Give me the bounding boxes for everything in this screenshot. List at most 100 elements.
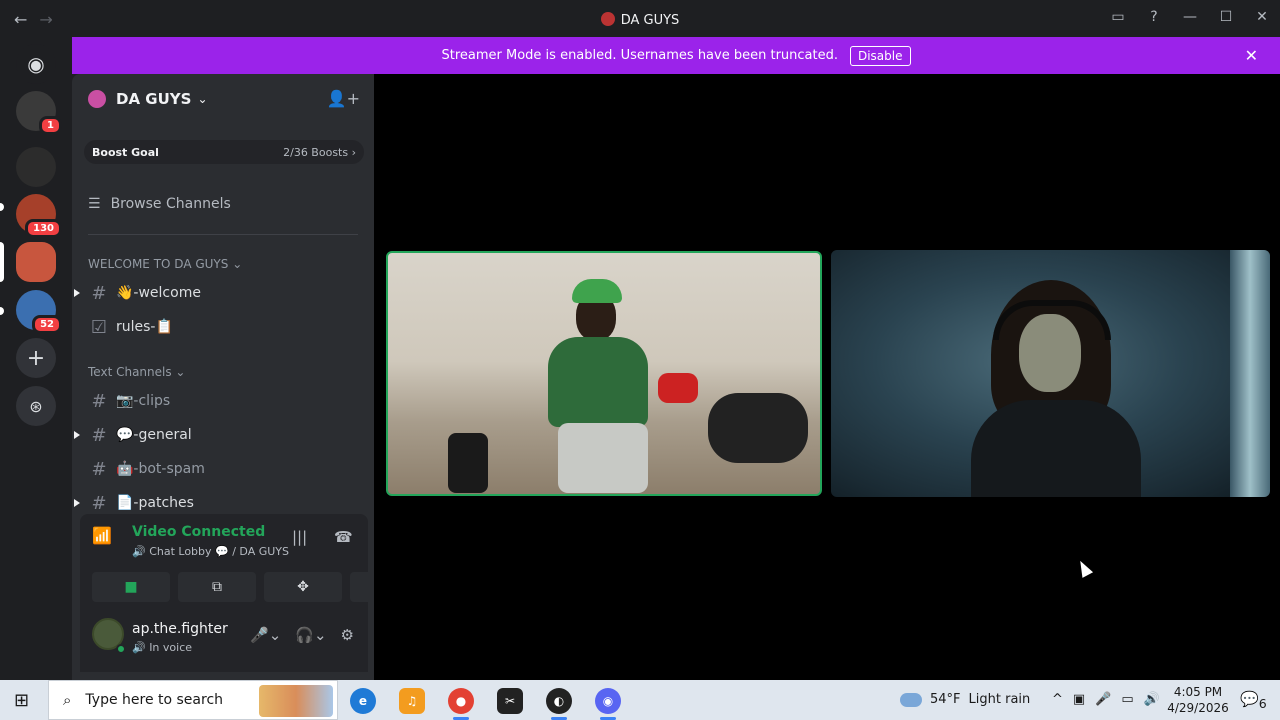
taskbar-search[interactable]: ⌕ Type here to search — [48, 680, 338, 720]
weather-desc: Light rain — [968, 692, 1031, 707]
unread-pill — [0, 307, 4, 315]
selected-pill — [0, 242, 4, 282]
signal-icon[interactable]: 📶 — [92, 526, 112, 545]
tray-icons: ^ ▣ 🎤 ▭ 🔊 — [1052, 692, 1160, 707]
microphone-prop — [448, 433, 488, 493]
channel-label: 🤖-bot-spam — [116, 461, 205, 477]
windows-taskbar: ⊞ ⌕ Type here to search e ♫ ● ✂ ◐ ◉ 54°F… — [0, 680, 1280, 720]
channel-label: 📄-patches — [116, 495, 194, 511]
search-icon: ⌕ — [63, 691, 72, 709]
chevron-up-icon[interactable]: ^ — [1052, 692, 1063, 707]
weather-widget[interactable]: 54°F Light rain — [900, 692, 1030, 707]
edge-icon[interactable]: e — [350, 688, 376, 714]
user-status: 🔊 In voice — [132, 641, 193, 654]
hash-icon: # — [91, 458, 107, 480]
noise-suppression-icon[interactable]: ||| — [292, 528, 307, 546]
unread-indicator — [74, 289, 80, 297]
camera-button[interactable]: ■ — [92, 572, 170, 602]
participant-body — [971, 400, 1141, 497]
banner-close-icon[interactable]: ✕ — [1245, 46, 1258, 65]
screen-share-button[interactable]: ⧉ — [178, 572, 256, 602]
search-highlight-image — [259, 685, 333, 717]
activities-icon: ✥ — [297, 579, 309, 595]
window-light — [1230, 250, 1270, 497]
channel-general[interactable]: # 💬-general — [74, 419, 358, 451]
username[interactable]: ap.the.fighter — [132, 621, 228, 637]
category-text-channels[interactable]: Text Channels ⌄ — [88, 365, 185, 379]
fl-studio-icon[interactable]: ♫ — [399, 688, 425, 714]
channel-sidebar: DA GUYS ⌄ 👤+ Boost Goal 2/36 Boosts › ☰ … — [72, 74, 428, 680]
notification-icon[interactable]: 💬6 — [1240, 690, 1267, 711]
participant-shirt — [548, 337, 648, 427]
search-placeholder: Type here to search — [85, 692, 224, 708]
activities-button[interactable]: ✥ — [264, 572, 342, 602]
server-3-icon[interactable]: 130 — [16, 194, 62, 238]
clock[interactable]: 4:05 PM 4/29/2026 — [1164, 684, 1232, 716]
unread-indicator — [74, 431, 80, 439]
participant-video — [528, 273, 668, 493]
category-welcome[interactable]: WELCOME TO DA GUYS ⌄ — [88, 257, 242, 271]
video-tile-speaking[interactable] — [386, 251, 822, 496]
channel-bot-spam[interactable]: # 🤖-bot-spam — [88, 453, 358, 485]
headphones-icon[interactable]: 🎧⌄ — [295, 626, 326, 644]
capcut-icon[interactable]: ✂ — [497, 688, 523, 714]
unread-badge: 130 — [25, 219, 62, 238]
unread-indicator — [74, 499, 80, 507]
camera-icon: ■ — [124, 579, 138, 595]
boost-label: Boost Goal — [92, 145, 159, 159]
server-1-icon[interactable]: 1 — [16, 91, 62, 135]
help-icon[interactable]: ? — [1136, 9, 1172, 25]
unread-badge: 52 — [32, 315, 62, 334]
volume-icon[interactable]: 🔊 — [1144, 692, 1160, 707]
discord-app: ← → DA GUYS ▭ ? — ☐ ✕ ◉ 1 130 52 + ⊛ Str… — [0, 0, 1280, 720]
explore-icon[interactable]: ⊛ — [16, 386, 56, 426]
voice-location[interactable]: 🔊 Chat Lobby 💬 / DA GUYS — [132, 545, 289, 558]
disable-button[interactable]: Disable — [849, 45, 911, 66]
channel-rules[interactable]: ☑ rules-📋 — [88, 311, 358, 343]
channel-clips[interactable]: # 📷-clips — [88, 385, 358, 417]
server-da-guys-icon[interactable] — [16, 242, 56, 282]
boost-goal[interactable]: Boost Goal 2/36 Boosts › — [84, 140, 364, 164]
browse-channels[interactable]: ☰ Browse Channels — [88, 196, 231, 212]
divider — [88, 234, 358, 235]
microphone-tray-icon[interactable]: 🎤 — [1095, 692, 1111, 707]
server-icon — [88, 90, 106, 108]
settings-gear-icon[interactable]: ⚙ — [341, 626, 354, 644]
video-stage — [374, 74, 1280, 680]
app-icon[interactable]: ◐ — [546, 688, 572, 720]
discord-home-icon[interactable]: ◉ — [16, 44, 56, 84]
banner-text: Streamer Mode is enabled. Usernames have… — [441, 48, 838, 63]
windows-start-icon[interactable]: ⊞ — [14, 690, 29, 711]
server-5-icon[interactable]: 52 — [16, 290, 62, 334]
mouse-cursor — [1074, 558, 1094, 578]
rain-cloud-icon — [900, 692, 922, 707]
rules-icon: ☑ — [90, 316, 108, 338]
online-status-dot — [116, 644, 126, 654]
channel-welcome[interactable]: # 👋-welcome — [74, 277, 358, 309]
minimize-button[interactable]: — — [1172, 9, 1208, 25]
voice-status[interactable]: Video Connected — [132, 524, 265, 540]
server-name: DA GUYS — [116, 90, 192, 108]
meet-now-icon[interactable]: ▣ — [1073, 692, 1085, 707]
voice-panel: 📶 Video Connected 🔊 Chat Lobby 💬 / DA GU… — [80, 514, 428, 606]
add-server-icon[interactable]: + — [16, 338, 56, 378]
add-user-icon[interactable]: 👤+ — [327, 89, 360, 108]
microphone-icon[interactable]: 🎤⌄ — [250, 626, 281, 644]
screen-share-icon: ⧉ — [212, 579, 222, 595]
server-2-icon[interactable] — [16, 147, 56, 187]
disconnect-icon[interactable]: ☎ — [334, 528, 353, 546]
video-tile[interactable] — [831, 250, 1270, 497]
hash-icon: # — [91, 424, 107, 446]
boost-progress: 2/36 Boosts › — [283, 146, 356, 159]
participant-pants — [558, 423, 648, 493]
streamer-mode-banner: Streamer Mode is enabled. Usernames have… — [72, 37, 1280, 74]
close-button[interactable]: ✕ — [1244, 9, 1280, 25]
chrome-icon[interactable]: ● — [448, 688, 474, 720]
network-icon[interactable]: ▭ — [1121, 692, 1133, 707]
inbox-icon[interactable]: ▭ — [1100, 9, 1136, 25]
maximize-button[interactable]: ☐ — [1208, 9, 1244, 25]
discord-icon[interactable]: ◉ — [595, 688, 621, 720]
hash-icon: # — [91, 492, 107, 514]
clock-date: 4/29/2026 — [1167, 701, 1229, 715]
server-header[interactable]: DA GUYS ⌄ 👤+ — [72, 74, 374, 124]
